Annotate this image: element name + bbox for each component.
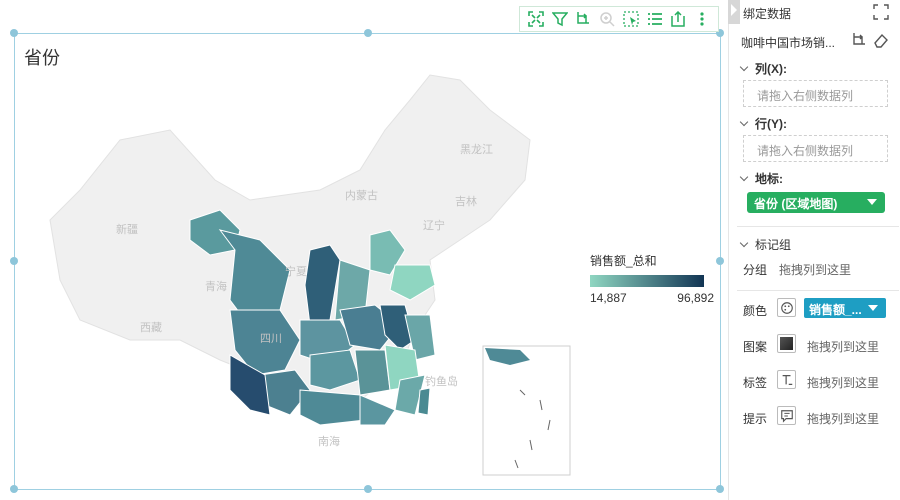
filter-icon[interactable] [551, 10, 569, 28]
resize-handle-br[interactable] [716, 485, 724, 493]
legend-gradient-bar [590, 275, 704, 287]
drill-icon[interactable] [574, 10, 592, 28]
province-region [417, 387, 431, 416]
chart-toolbar [519, 6, 719, 32]
resize-handle-ml[interactable] [10, 257, 18, 265]
legend-max: 96,892 [677, 291, 714, 305]
geo-section[interactable]: 地标: [739, 170, 783, 187]
resize-handle-bc[interactable] [364, 485, 372, 493]
switch-dataset-icon[interactable] [851, 32, 867, 48]
legend-range: 14,887 96,892 [590, 291, 714, 305]
resize-handle-tl[interactable] [10, 29, 18, 37]
group-drop-zone[interactable]: 拖拽列到这里 [779, 261, 851, 278]
pattern-label: 图案 [743, 340, 768, 354]
more-icon[interactable] [693, 10, 711, 28]
label-qinghai: 青海 [205, 279, 227, 293]
tip-drop-zone[interactable]: 拖拽列到这里 [807, 410, 879, 427]
color-label: 颜色 [743, 304, 768, 318]
caret-down-icon[interactable] [868, 305, 878, 311]
geo-field-pill[interactable]: 省份 (区域地图) [747, 192, 885, 213]
label-xizang: 西藏 [140, 321, 162, 334]
x-section[interactable]: 列(X): [739, 60, 787, 77]
label-liaoning: 辽宁 [423, 218, 445, 232]
legend-min: 14,887 [590, 291, 627, 305]
chevron-down-icon [739, 117, 749, 127]
chart-title: 省份 [24, 48, 60, 68]
color-legend: 销售额_总和 14,887 96,892 [590, 252, 720, 305]
dataset-name[interactable]: 咖啡中国市场销... [741, 34, 849, 51]
chevron-down-icon [739, 238, 749, 248]
chevron-right-icon [731, 4, 737, 16]
label-jilin: 吉林 [455, 194, 477, 208]
zoom-icon[interactable] [598, 10, 616, 28]
legend-title: 销售额_总和 [590, 254, 657, 268]
divider [737, 290, 899, 291]
list-icon[interactable] [646, 10, 664, 28]
palette-icon[interactable] [777, 298, 796, 317]
fullscreen-icon[interactable] [527, 10, 545, 28]
province-region [299, 389, 366, 426]
tag-drop-zone[interactable]: 拖拽列到这里 [807, 374, 879, 391]
tip-label: 提示 [743, 412, 768, 426]
tag-label: 标签 [743, 376, 768, 390]
pattern-drop-zone[interactable]: 拖拽列到这里 [807, 338, 879, 355]
province-region [354, 349, 391, 396]
south-sea-inset [482, 345, 571, 476]
resize-handle-tc[interactable] [364, 29, 372, 37]
label-sichuan: 四川 [260, 333, 282, 345]
pattern-icon[interactable] [777, 334, 796, 353]
label-nanhai: 南海 [318, 434, 340, 448]
china-province-map[interactable]: 新疆 西藏 青海 内蒙古 黑龙江 吉林 辽宁 宁夏 四川 南海 钓鱼岛 [20, 70, 580, 485]
binding-panel: 绑定数据 咖啡中国市场销... 列(X): 请拖入右侧数据列 行(Y): 请拖入… [728, 0, 900, 500]
caret-down-icon[interactable] [867, 199, 877, 205]
eraser-icon[interactable] [873, 32, 889, 48]
chevron-down-icon [739, 172, 749, 182]
label-neimenggu: 内蒙古 [345, 188, 378, 202]
expand-icon[interactable] [873, 4, 889, 20]
color-field-pill[interactable]: 销售额_... [804, 298, 886, 318]
label-heilongjiang: 黑龙江 [460, 143, 493, 156]
group-label: 分组 [743, 263, 768, 277]
x-drop-zone[interactable]: 请拖入右侧数据列 [743, 80, 888, 107]
label-diaoyudao: 钓鱼岛 [425, 374, 458, 388]
province-region [359, 394, 396, 426]
chevron-down-icon [739, 62, 749, 72]
label-ningxia: 宁夏 [285, 264, 307, 278]
panel-title: 绑定数据 [743, 7, 792, 21]
collapse-panel-toggle[interactable] [728, 0, 740, 24]
export-icon[interactable] [669, 10, 687, 28]
marks-section[interactable]: 标记组 [739, 236, 791, 253]
y-drop-zone[interactable]: 请拖入右侧数据列 [743, 135, 888, 162]
divider [737, 226, 899, 227]
tooltip-icon[interactable] [777, 406, 796, 425]
label-text-icon[interactable] [777, 370, 796, 389]
y-section[interactable]: 行(Y): [739, 115, 787, 132]
select-icon[interactable] [622, 10, 640, 28]
label-xinjiang: 新疆 [116, 222, 138, 236]
chart-canvas: 省份 新疆 西藏 青海 内蒙古 黑龙江 吉林 辽宁 宁夏 四川 南海 钓鱼岛 销… [0, 0, 728, 500]
resize-handle-bl[interactable] [10, 485, 18, 493]
